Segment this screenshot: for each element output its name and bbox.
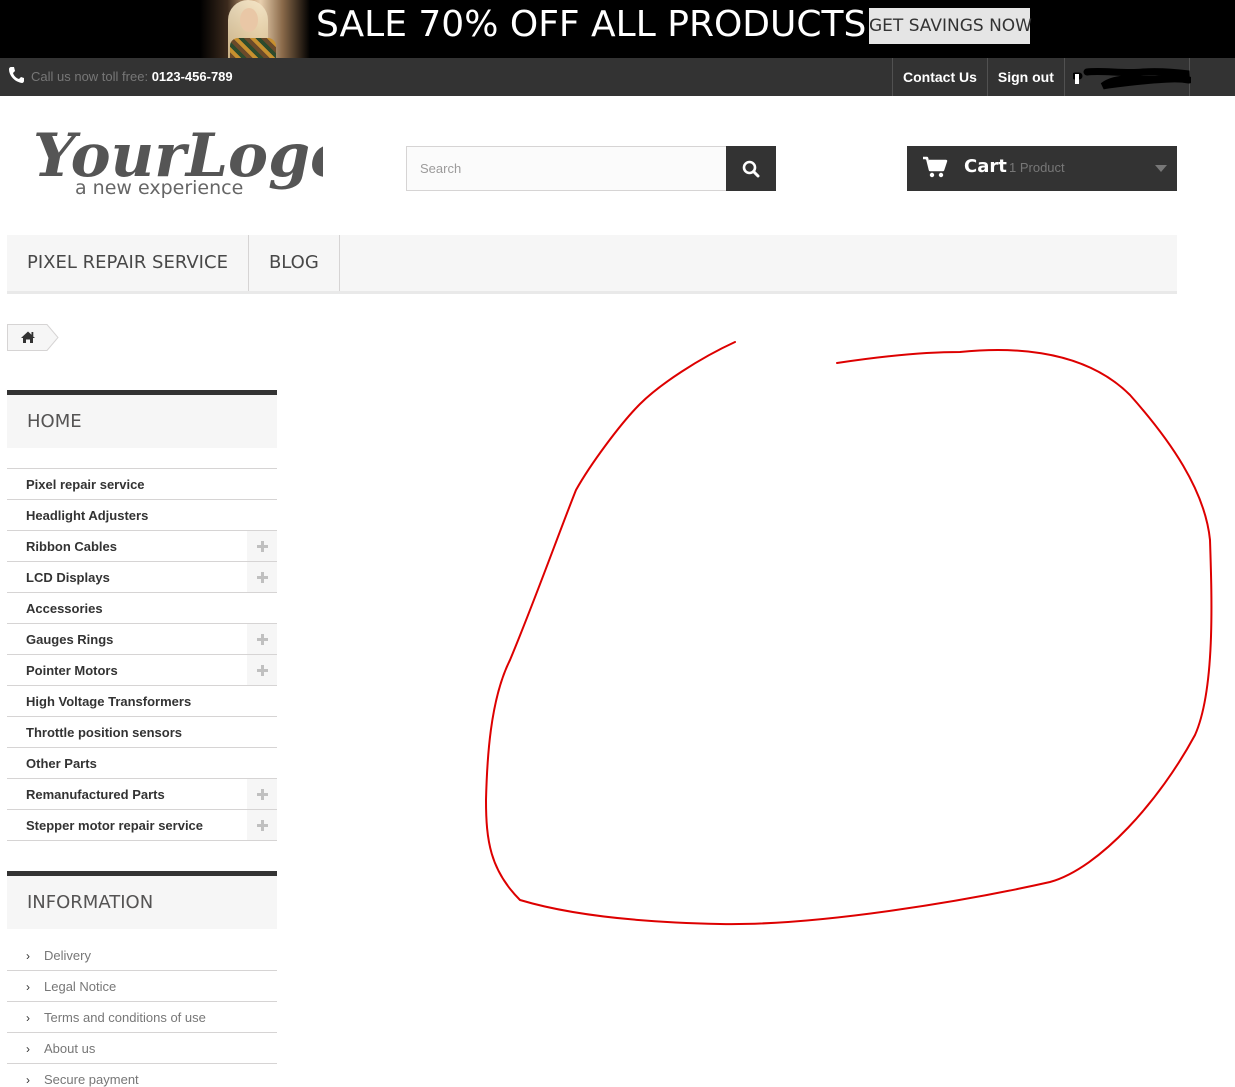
category-item[interactable]: Headlight Adjusters	[7, 500, 277, 531]
information-link[interactable]: Legal Notice	[44, 979, 116, 994]
plus-icon[interactable]	[247, 655, 277, 685]
search-icon	[742, 160, 760, 177]
category-item[interactable]: High Voltage Transformers	[7, 686, 277, 717]
information-link[interactable]: About us	[44, 1041, 95, 1056]
plus-icon[interactable]	[247, 562, 277, 592]
get-savings-button[interactable]: GET SAVINGS NOW	[869, 8, 1032, 44]
chevron-right-icon: ›	[26, 1073, 30, 1087]
information-link[interactable]: Terms and conditions of use	[44, 1010, 206, 1025]
phone-icon	[9, 67, 24, 83]
category-label[interactable]: Remanufactured Parts	[26, 787, 165, 802]
category-item[interactable]: Pixel repair service	[7, 469, 277, 500]
redaction-scribble	[1072, 67, 1191, 90]
category-label[interactable]: Pointer Motors	[26, 663, 118, 678]
categories-block-title[interactable]: HOME	[7, 390, 277, 448]
contact-us-link[interactable]: Contact Us	[892, 58, 987, 96]
account-link-redacted[interactable]	[1063, 58, 1191, 96]
category-item[interactable]: LCD Displays	[7, 562, 277, 593]
category-item[interactable]: Remanufactured Parts	[7, 779, 277, 810]
category-label[interactable]: Gauges Rings	[26, 632, 113, 647]
category-list: Pixel repair service Headlight Adjusters…	[7, 468, 277, 841]
cart-label: Cart	[964, 156, 1007, 177]
main-menu: PIXEL REPAIR SERVICE BLOG	[7, 235, 1177, 294]
menu-item-pixel-repair-service[interactable]: PIXEL REPAIR SERVICE	[7, 235, 249, 291]
top-nav: Contact Us Sign out	[892, 58, 1191, 96]
chevron-down-icon	[1155, 165, 1167, 172]
information-item[interactable]: › Delivery	[7, 940, 277, 971]
chevron-right-icon: ›	[26, 1011, 30, 1025]
chevron-right-icon: ›	[26, 980, 30, 994]
sign-out-link[interactable]: Sign out	[986, 58, 1064, 96]
information-block-title[interactable]: INFORMATION	[7, 871, 277, 929]
information-link[interactable]: Delivery	[44, 948, 91, 963]
phone-prefix: Call us now toll free:	[31, 69, 149, 84]
plus-icon[interactable]	[247, 810, 277, 840]
cart-button[interactable]: Cart 1 Product	[907, 146, 1177, 191]
category-label[interactable]: Ribbon Cables	[26, 539, 117, 554]
category-item[interactable]: Accessories	[7, 593, 277, 624]
promo-banner[interactable]: SALE 70% OFF ALL PRODUCTS GET SAVINGS NO…	[0, 0, 1235, 58]
cart-icon	[923, 156, 948, 178]
promo-model-photo	[200, 0, 310, 58]
logo-tagline: a new experience	[75, 177, 243, 199]
chevron-right-icon: ›	[26, 1042, 30, 1056]
information-item[interactable]: › Secure payment	[7, 1064, 277, 1087]
phone-info: Call us now toll free: 0123-456-789	[31, 69, 233, 84]
category-item[interactable]: Gauges Rings	[7, 624, 277, 655]
site-logo[interactable]: YourLogo a new experience	[33, 118, 350, 202]
category-label[interactable]: Stepper motor repair service	[26, 818, 203, 833]
search-bar	[406, 146, 776, 191]
information-list: › Delivery › Legal Notice › Terms and co…	[7, 940, 277, 1087]
category-label[interactable]: Other Parts	[26, 756, 97, 771]
chevron-right-icon: ›	[26, 949, 30, 963]
plus-icon[interactable]	[247, 779, 277, 809]
category-label[interactable]: Headlight Adjusters	[26, 508, 148, 523]
promo-headline: SALE 70% OFF ALL PRODUCTS	[316, 4, 867, 45]
category-item[interactable]: Ribbon Cables	[7, 531, 277, 562]
top-bar: Call us now toll free: 0123-456-789 Cont…	[0, 58, 1235, 96]
category-label[interactable]: High Voltage Transformers	[26, 694, 191, 709]
information-item[interactable]: › Legal Notice	[7, 971, 277, 1002]
menu-item-blog[interactable]: BLOG	[249, 235, 340, 291]
category-label[interactable]: LCD Displays	[26, 570, 110, 585]
logo-graphic: YourLogo a new experience	[33, 121, 350, 199]
category-label[interactable]: Pixel repair service	[26, 477, 145, 492]
plus-icon[interactable]	[247, 624, 277, 654]
plus-icon[interactable]	[247, 531, 277, 561]
breadcrumb-home[interactable]	[7, 324, 59, 351]
category-item[interactable]: Pointer Motors	[7, 655, 277, 686]
category-label[interactable]: Accessories	[26, 601, 103, 616]
breadcrumb-shape	[7, 324, 59, 351]
information-item[interactable]: › Terms and conditions of use	[7, 1002, 277, 1033]
phone-number: 0123-456-789	[151, 69, 233, 84]
category-item[interactable]: Other Parts	[7, 748, 277, 779]
category-item[interactable]: Throttle position sensors	[7, 717, 277, 748]
search-button[interactable]	[726, 146, 776, 191]
search-input[interactable]	[406, 146, 726, 191]
category-item[interactable]: Stepper motor repair service	[7, 810, 277, 841]
information-link[interactable]: Secure payment	[44, 1072, 139, 1087]
information-item[interactable]: › About us	[7, 1033, 277, 1064]
category-label[interactable]: Throttle position sensors	[26, 725, 182, 740]
cart-quantity: 1 Product	[1009, 160, 1065, 175]
